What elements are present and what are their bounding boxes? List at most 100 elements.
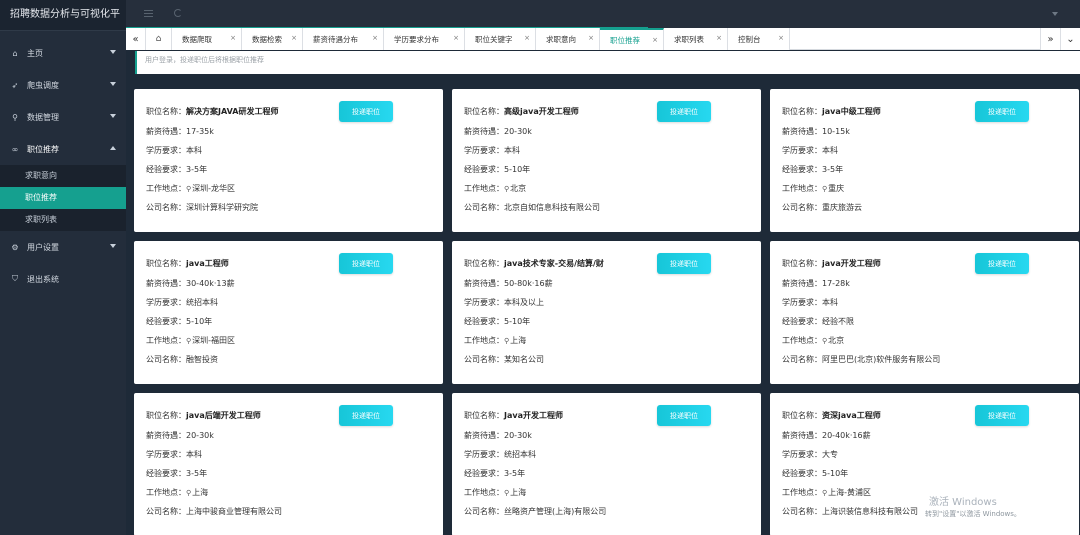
sidebar-subitem-job-intention[interactable]: 求职意向	[0, 165, 126, 187]
field-label: 学历要求：	[464, 146, 504, 155]
location-pin-icon: ⚲	[186, 489, 192, 497]
company-row: 公司名称：某知名公司	[464, 354, 544, 365]
company-row: 公司名称：重庆旅游云	[782, 202, 862, 213]
field-label: 薪资待遇：	[464, 279, 504, 288]
field-label: 薪资待遇：	[464, 127, 504, 136]
field-label: 职位名称：	[146, 107, 186, 116]
job-card: 职位名称：java技术专家-交易/结算/财 投递职位 薪资待遇：50-80k·1…	[452, 241, 761, 384]
apply-button[interactable]: 投递职位	[339, 253, 393, 274]
location-row: 工作地点：⚲北京	[782, 335, 844, 346]
apply-button[interactable]: 投递职位	[657, 253, 711, 274]
tab-education-dist[interactable]: 学历要求分布 ×	[384, 28, 465, 50]
sidebar-item-data-manage[interactable]: ⚲ 数据管理	[0, 101, 126, 133]
field-label: 薪资待遇：	[782, 127, 822, 136]
tab-keywords[interactable]: 职位关键字 ×	[465, 28, 536, 50]
sidebar-subitem-job-list[interactable]: 求职列表	[0, 209, 126, 231]
job-card: 职位名称：java后端开发工程师 投递职位 薪资待遇：20-30k 学历要求：本…	[134, 393, 443, 535]
search-icon: ⚲	[12, 112, 18, 122]
close-icon[interactable]: ×	[453, 34, 459, 42]
location-row: 工作地点：⚲北京	[464, 183, 526, 194]
close-icon[interactable]: ×	[372, 34, 378, 42]
refresh-icon[interactable]	[174, 9, 182, 17]
field-label: 工作地点：	[464, 184, 504, 193]
location-row: 工作地点：⚲上海	[464, 335, 526, 346]
field-label: 职位名称：	[146, 411, 186, 420]
sidebar-item-home[interactable]: ⌂ 主页	[0, 37, 126, 69]
field-label: 工作地点：	[146, 336, 186, 345]
close-icon[interactable]: ×	[291, 34, 297, 42]
close-icon[interactable]: ×	[524, 34, 530, 42]
field-label: 工作地点：	[782, 184, 822, 193]
tab-menu-button[interactable]: ⌄	[1060, 28, 1080, 50]
tab-job-list[interactable]: 求职列表 ×	[664, 28, 728, 50]
salary-value: 10-15k	[822, 127, 850, 136]
apply-button[interactable]: 投递职位	[657, 405, 711, 426]
tab-salary-dist[interactable]: 薪资待遇分布 ×	[303, 28, 384, 50]
field-label: 工作地点：	[464, 488, 504, 497]
field-label: 公司名称：	[782, 507, 822, 516]
sidebar-item-label: 数据管理	[27, 112, 59, 122]
job-card: 职位名称：java工程师 投递职位 薪资待遇：30-40k·13薪 学历要求：统…	[134, 241, 443, 384]
user-dropdown-icon[interactable]	[1052, 12, 1058, 16]
apply-button[interactable]: 投递职位	[339, 101, 393, 122]
tab-job-intention[interactable]: 求职意向 ×	[536, 28, 600, 50]
company-row: 公司名称：北京自如信息科技有限公司	[464, 202, 600, 213]
location-pin-icon: ⚲	[504, 489, 510, 497]
apply-button[interactable]: 投递职位	[339, 405, 393, 426]
field-label: 学历要求：	[782, 146, 822, 155]
close-icon[interactable]: ×	[588, 34, 594, 42]
close-icon[interactable]: ×	[230, 34, 236, 42]
sidebar-item-job-recommend[interactable]: ∞ 职位推荐	[0, 133, 126, 165]
location-row: 工作地点：⚲重庆	[782, 183, 844, 194]
experience-row: 经验要求：3-5年	[782, 164, 843, 175]
field-label: 薪资待遇：	[146, 431, 186, 440]
tab-home[interactable]: ⌂	[146, 28, 172, 50]
location-pin-icon: ⚲	[822, 337, 828, 345]
experience-row: 经验要求：3-5年	[146, 164, 207, 175]
sidebar-item-user-settings[interactable]: ⚙ 用户设置	[0, 231, 126, 263]
education-value: 本科	[186, 450, 202, 459]
sidebar-item-crawler[interactable]: ➶ 爬虫调度	[0, 69, 126, 101]
education-row: 学历要求：统招本科	[464, 449, 536, 460]
location-pin-icon: ⚲	[504, 337, 510, 345]
job-name: java中级工程师	[822, 107, 881, 116]
shield-icon: ⛉	[12, 274, 18, 283]
sidebar-item-label: 用户设置	[27, 242, 59, 252]
apply-button[interactable]: 投递职位	[975, 405, 1029, 426]
apply-button[interactable]: 投递职位	[657, 101, 711, 122]
field-label: 学历要求：	[464, 298, 504, 307]
sidebar-subitem-job-recommend[interactable]: 职位推荐	[0, 187, 126, 209]
close-icon[interactable]: ×	[652, 36, 658, 44]
job-name-row: 职位名称：解决方案JAVA研发工程师	[146, 106, 278, 117]
field-label: 公司名称：	[146, 355, 186, 364]
apply-button[interactable]: 投递职位	[975, 253, 1029, 274]
sidebar-item-logout[interactable]: ⛉ 退出系统	[0, 263, 126, 295]
sidebar-item-label: 主页	[27, 48, 43, 58]
tab-scroll-left-button[interactable]: «	[126, 28, 146, 50]
location-value: 北京	[510, 184, 527, 193]
education-row: 学历要求：本科及以上	[464, 297, 544, 308]
field-label: 职位名称：	[464, 107, 504, 116]
field-label: 职位名称：	[782, 259, 822, 268]
experience-value: 3-5年	[186, 165, 208, 174]
chevron-down-icon	[110, 82, 116, 86]
experience-row: 经验要求：5-10年	[146, 316, 212, 327]
field-label: 工作地点：	[782, 336, 822, 345]
close-icon[interactable]: ×	[716, 34, 722, 42]
education-value: 本科及以上	[504, 298, 544, 307]
field-label: 学历要求：	[146, 146, 186, 155]
company-row: 公司名称：融智投资	[146, 354, 218, 365]
tab-crawl[interactable]: 数据爬取 ×	[172, 28, 242, 50]
job-name: java开发工程师	[822, 259, 881, 268]
tab-search[interactable]: 数据检索 ×	[242, 28, 303, 50]
tab-scroll-right-button[interactable]: »	[1040, 28, 1060, 50]
apply-button[interactable]: 投递职位	[975, 101, 1029, 122]
send-icon: ➶	[11, 80, 19, 90]
salary-row: 薪资待遇：20-30k	[464, 430, 532, 441]
menu-toggle-icon[interactable]	[144, 10, 153, 17]
location-value: 重庆	[828, 184, 845, 193]
tab-console[interactable]: 控制台 ×	[728, 28, 790, 50]
close-icon[interactable]: ×	[778, 34, 784, 42]
tab-job-recommend[interactable]: 职位推荐 ×	[600, 28, 664, 50]
notice-banner: 用户登录，投递职位后将根据职位推荐	[135, 51, 1080, 74]
